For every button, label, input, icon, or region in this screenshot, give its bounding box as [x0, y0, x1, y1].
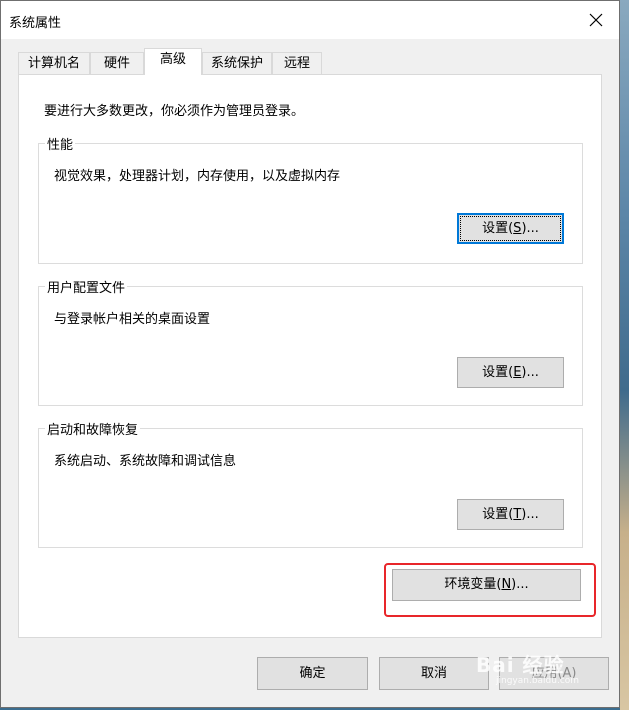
ok-button[interactable]: 确定: [257, 657, 368, 690]
performance-group: 性能 视觉效果，处理器计划，内存使用，以及虚拟内存: [38, 134, 583, 264]
user-profiles-group: 用户配置文件 与登录帐户相关的桌面设置: [38, 277, 583, 406]
admin-notice: 要进行大多数更改，你必须作为管理员登录。: [44, 104, 305, 119]
user-profiles-settings-button[interactable]: 设置(E)...: [457, 357, 564, 388]
button-label-prefix: 设置(: [482, 365, 514, 380]
startup-recovery-title: 启动和故障恢复: [45, 419, 141, 438]
cancel-button[interactable]: 取消: [379, 657, 489, 690]
performance-description: 视觉效果，处理器计划，内存使用，以及虚拟内存: [54, 169, 341, 184]
apply-button[interactable]: 应用(A): [499, 657, 609, 690]
startup-recovery-group: 启动和故障恢复 系统启动、系统故障和调试信息: [38, 419, 583, 548]
button-label-prefix: 设置(: [482, 221, 514, 236]
performance-title: 性能: [45, 134, 76, 153]
performance-settings-button[interactable]: 设置(S)...: [457, 213, 564, 244]
tab-advanced[interactable]: 高级: [144, 48, 202, 75]
startup-recovery-settings-button[interactable]: 设置(T)...: [457, 499, 564, 530]
close-button[interactable]: [573, 1, 619, 39]
button-label-suffix: )...: [521, 365, 539, 380]
startup-recovery-description: 系统启动、系统故障和调试信息: [54, 454, 237, 469]
tab-system-protection[interactable]: 系统保护: [202, 52, 272, 74]
user-profiles-title: 用户配置文件: [45, 277, 128, 296]
desktop-background: [620, 0, 629, 710]
button-label-prefix: 设置(: [482, 507, 514, 522]
tab-computer-name[interactable]: 计算机名: [18, 52, 90, 74]
title-bar: 系统属性: [1, 1, 619, 39]
user-profiles-description: 与登录帐户相关的桌面设置: [54, 312, 211, 327]
button-label-suffix: )...: [521, 221, 539, 236]
annotation-highlight-box: [384, 563, 596, 617]
tab-hardware[interactable]: 硬件: [90, 52, 144, 74]
window-title: 系统属性: [9, 16, 62, 31]
tab-remote[interactable]: 远程: [272, 52, 322, 74]
close-icon: [589, 13, 603, 27]
button-label-suffix: )...: [521, 507, 539, 522]
